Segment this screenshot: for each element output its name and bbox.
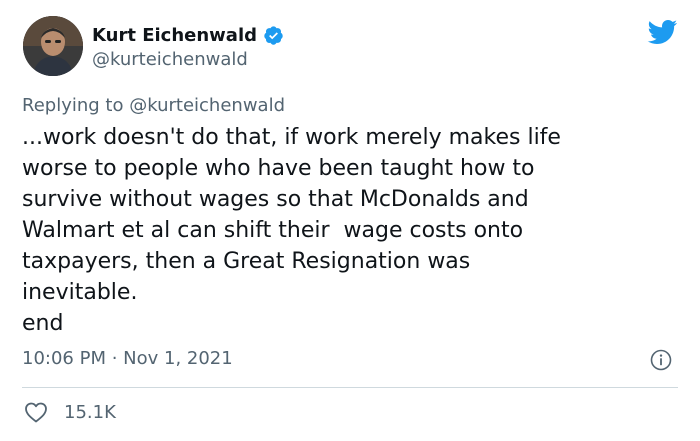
reply-handle-link[interactable]: @kurteichenwald [129, 95, 285, 116]
info-icon[interactable] [650, 349, 672, 371]
author-display-name[interactable]: Kurt Eichenwald [92, 25, 257, 46]
tweet-timestamp[interactable]: 10:06 PM · Nov 1, 2021 [22, 348, 233, 369]
reply-prefix: Replying to [22, 95, 124, 116]
like-action[interactable]: 15.1K [24, 399, 116, 425]
author-handle[interactable]: @kurteichenwald [92, 49, 248, 70]
verified-badge-icon [263, 25, 284, 46]
reply-context: Replying to @kurteichenwald [22, 95, 285, 116]
avatar[interactable] [23, 16, 83, 76]
author-name-row: Kurt Eichenwald [92, 22, 284, 48]
tweet-card: Kurt Eichenwald @kurteichenwald Replying… [0, 0, 700, 441]
divider [22, 387, 678, 388]
like-count: 15.1K [64, 401, 116, 423]
twitter-bird-icon[interactable] [646, 19, 678, 45]
heart-icon[interactable] [24, 401, 48, 423]
tweet-text: ...work doesn't do that, if work merely … [22, 125, 561, 336]
